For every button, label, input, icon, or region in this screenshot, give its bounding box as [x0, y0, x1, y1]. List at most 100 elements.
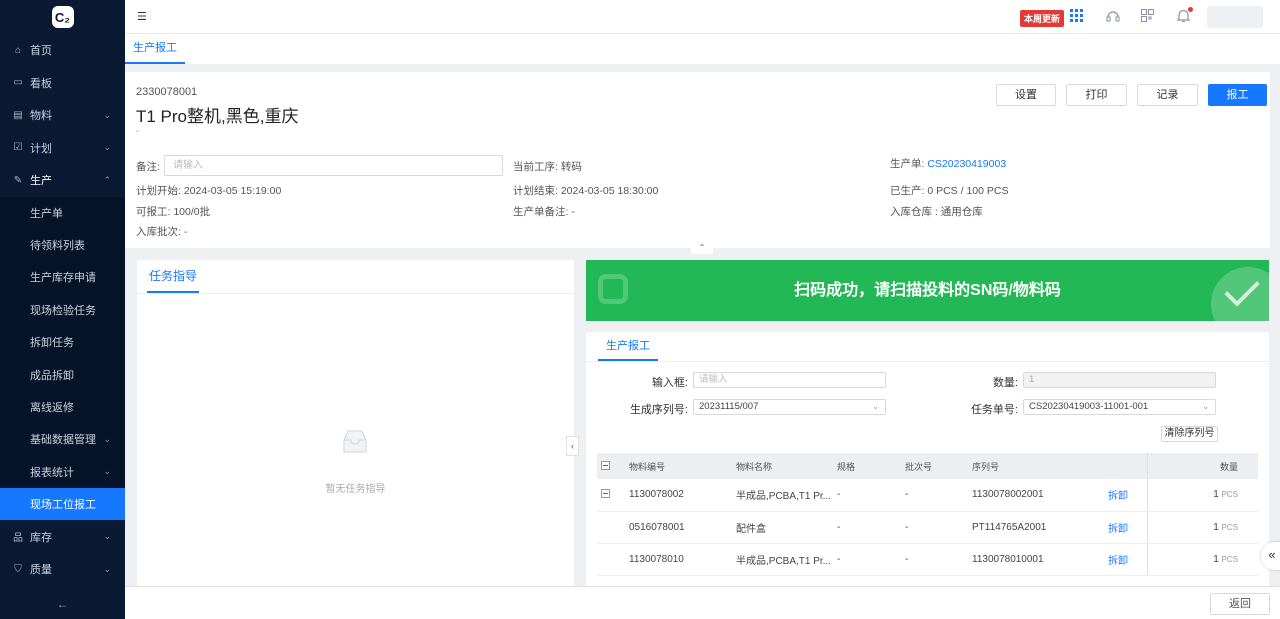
scan-success-banner: 扫码成功，请扫描投料的SN码/物料码	[586, 260, 1269, 321]
sidebar-item-board[interactable]: ▭ 看板	[0, 67, 125, 100]
warehouse-value: 通用仓库	[940, 206, 983, 218]
plan-end: 计划结束: 2024-03-05 18:30:00	[513, 183, 658, 198]
clear-serial-button[interactable]: 清除序列号	[1161, 426, 1218, 442]
input-label: 输入框:	[651, 377, 688, 389]
task-no-label: 任务单号:	[970, 404, 1018, 416]
sidebar-subitem-disassembly-task[interactable]: 拆卸任务	[0, 326, 125, 359]
material-name: 配件盒	[732, 511, 833, 544]
row-expand-toggle[interactable]	[601, 488, 610, 498]
chevron-down-icon: ⌄	[103, 109, 111, 120]
records-button[interactable]: 记录	[1137, 84, 1198, 106]
order-remark-label: 生产单备注:	[513, 206, 569, 218]
chevron-down-icon: ⌄	[103, 563, 111, 574]
wrench-icon: ✎	[13, 174, 23, 186]
material-code: 1130078010	[625, 543, 732, 576]
sidebar-item-label: 首页	[30, 45, 52, 58]
collapse-header-icon[interactable]: ⌃	[691, 241, 713, 254]
sidebar-subitem-stock-request[interactable]: 生产库存申请	[0, 261, 125, 294]
material-code: 0516078001	[625, 511, 732, 544]
sidebar-subitem-label: 现场检验任务	[30, 304, 96, 317]
sidebar-subitem-label: 成品拆卸	[30, 369, 74, 382]
serial-select-value: 20231115/007	[699, 401, 759, 412]
bell-icon[interactable]	[1176, 9, 1191, 26]
production-order-label: 生产单:	[890, 158, 925, 170]
sidebar-subitem-basic-data[interactable]: 基础数据管理 ⌄	[0, 423, 125, 456]
empty-text: 暂无任务指导	[325, 484, 386, 495]
sidebar-item-plan[interactable]: ☑ 计划 ⌄	[0, 132, 125, 165]
table-row: 1130078010 半成品,PCBA,T1 Pr... - - 1130078…	[597, 543, 1258, 576]
material-spec: -	[833, 511, 901, 544]
batch-value: -	[183, 226, 188, 238]
sidebar-subitem-reports[interactable]: 报表统计 ⌄	[0, 455, 125, 489]
order-subtitle: -	[136, 126, 140, 137]
notification-dot	[1188, 7, 1193, 12]
update-badge[interactable]: 本周更新	[1020, 10, 1065, 27]
tab-production-report[interactable]: 生产报工	[125, 34, 185, 64]
table-row: 0516078001 配件盒 - - PT114765A2001 拆卸 1 PC…	[597, 511, 1258, 544]
sidebar-subitem-inspection[interactable]: 现场检验任务	[0, 293, 125, 327]
sidebar-item-home[interactable]: ⌂ 首页	[0, 34, 125, 67]
reportable-label: 可报工:	[136, 206, 171, 218]
brand-logo-icon: C₂	[51, 6, 74, 28]
scan-input[interactable]: 请输入	[693, 372, 886, 388]
user-avatar[interactable]	[1207, 6, 1263, 28]
material-qty: 1 PCS	[1146, 511, 1258, 544]
sidebar-subitem-pending-pick[interactable]: 待领料列表	[0, 228, 125, 262]
select-all-checkbox[interactable]	[601, 460, 610, 470]
board-icon: ▭	[13, 77, 23, 89]
sidebar-subitem-label: 报表统计	[30, 466, 74, 479]
order-remark-value: -	[571, 206, 575, 218]
material-spec: -	[833, 479, 901, 512]
sidebar-item-inventory[interactable]: 品 库存 ⌄	[0, 520, 125, 553]
tab-task-guide[interactable]: 任务指导	[147, 260, 200, 293]
sidebar-collapse-icon[interactable]: ←	[0, 597, 125, 611]
settings-button[interactable]: 设置	[996, 84, 1056, 106]
sidebar-subitem-production-order[interactable]: 生产单	[0, 196, 125, 229]
chevron-down-icon: ⌄	[103, 142, 111, 153]
warehouse: 入库仓库 : 通用仓库	[890, 204, 983, 219]
serial-label: 生成序列号:	[629, 404, 688, 416]
qrcode-icon[interactable]	[1141, 9, 1154, 25]
back-button[interactable]: 返回	[1210, 593, 1270, 615]
print-button[interactable]: 打印	[1066, 84, 1127, 106]
table-header-row: 物料编号 物料名称 规格 批次号 序列号 数量	[597, 453, 1258, 479]
menu-toggle-icon[interactable]: ☰	[137, 10, 147, 23]
collapse-left-icon[interactable]: ‹	[566, 436, 579, 456]
order-code: 2330078001	[136, 86, 198, 98]
sidebar-item-material[interactable]: ▤ 物料 ⌄	[0, 99, 125, 132]
row-expand-cell[interactable]	[597, 479, 625, 512]
home-icon: ⌂	[14, 44, 22, 56]
sidebar-item-quality[interactable]: ⛉ 质量 ⌄	[0, 553, 125, 586]
order-remark: 生产单备注: -	[513, 204, 575, 219]
column-header: 物料编号	[625, 453, 732, 479]
page-tabbar: 生产报工	[125, 34, 1280, 64]
row-indent-cell	[597, 543, 625, 576]
sidebar: C₂ ⌂ 首页 ▭ 看板 ▤ 物料 ⌄ ☑ 计划 ⌄ ✎ 生产 ⌃ 生产单 待领…	[0, 0, 125, 619]
sidebar-item-production[interactable]: ✎ 生产 ⌃	[0, 164, 125, 197]
task-no-select-value: CS20230419003-11001-001	[1029, 401, 1149, 412]
production-order-link[interactable]: CS20230419003	[927, 158, 1006, 170]
sidebar-subitem-product-disassembly[interactable]: 成品拆卸	[0, 358, 125, 391]
plan-end-value: 2024-03-05 18:30:00	[560, 185, 659, 197]
batch: 入库批次: -	[136, 224, 187, 239]
unload-link[interactable]: 拆卸	[1104, 511, 1147, 544]
apps-grid-icon[interactable]	[1070, 9, 1083, 25]
unload-link[interactable]: 拆卸	[1104, 543, 1147, 576]
serial-select[interactable]: 20231115/007 ⌄	[693, 399, 886, 415]
order-header-panel: 2330078001 T1 Pro整机,黑色,重庆 - 设置 打印 记录 报工 …	[125, 72, 1270, 254]
row-indent-cell	[597, 511, 625, 544]
chevron-down-icon: ⌄	[103, 531, 111, 542]
report-button[interactable]: 报工	[1208, 84, 1267, 106]
qty-input[interactable]: 1	[1023, 372, 1216, 388]
logo[interactable]: C₂	[0, 0, 125, 34]
remark-input[interactable]: 请输入	[164, 155, 503, 176]
sidebar-subitem-offline-repair[interactable]: 离线返修	[0, 390, 125, 424]
unload-link[interactable]: 拆卸	[1104, 479, 1147, 512]
tab-production-report-form[interactable]: 生产报工	[598, 332, 658, 361]
reportable: 可报工: 100/0批	[136, 204, 210, 219]
sidebar-item-label: 计划	[30, 142, 52, 155]
sidebar-subitem-station-report[interactable]: 现场工位报工	[0, 488, 125, 521]
support-headset-icon[interactable]	[1106, 9, 1120, 26]
task-no-select[interactable]: CS20230419003-11001-001 ⌄	[1023, 399, 1216, 415]
select-all-cell[interactable]	[597, 453, 625, 479]
